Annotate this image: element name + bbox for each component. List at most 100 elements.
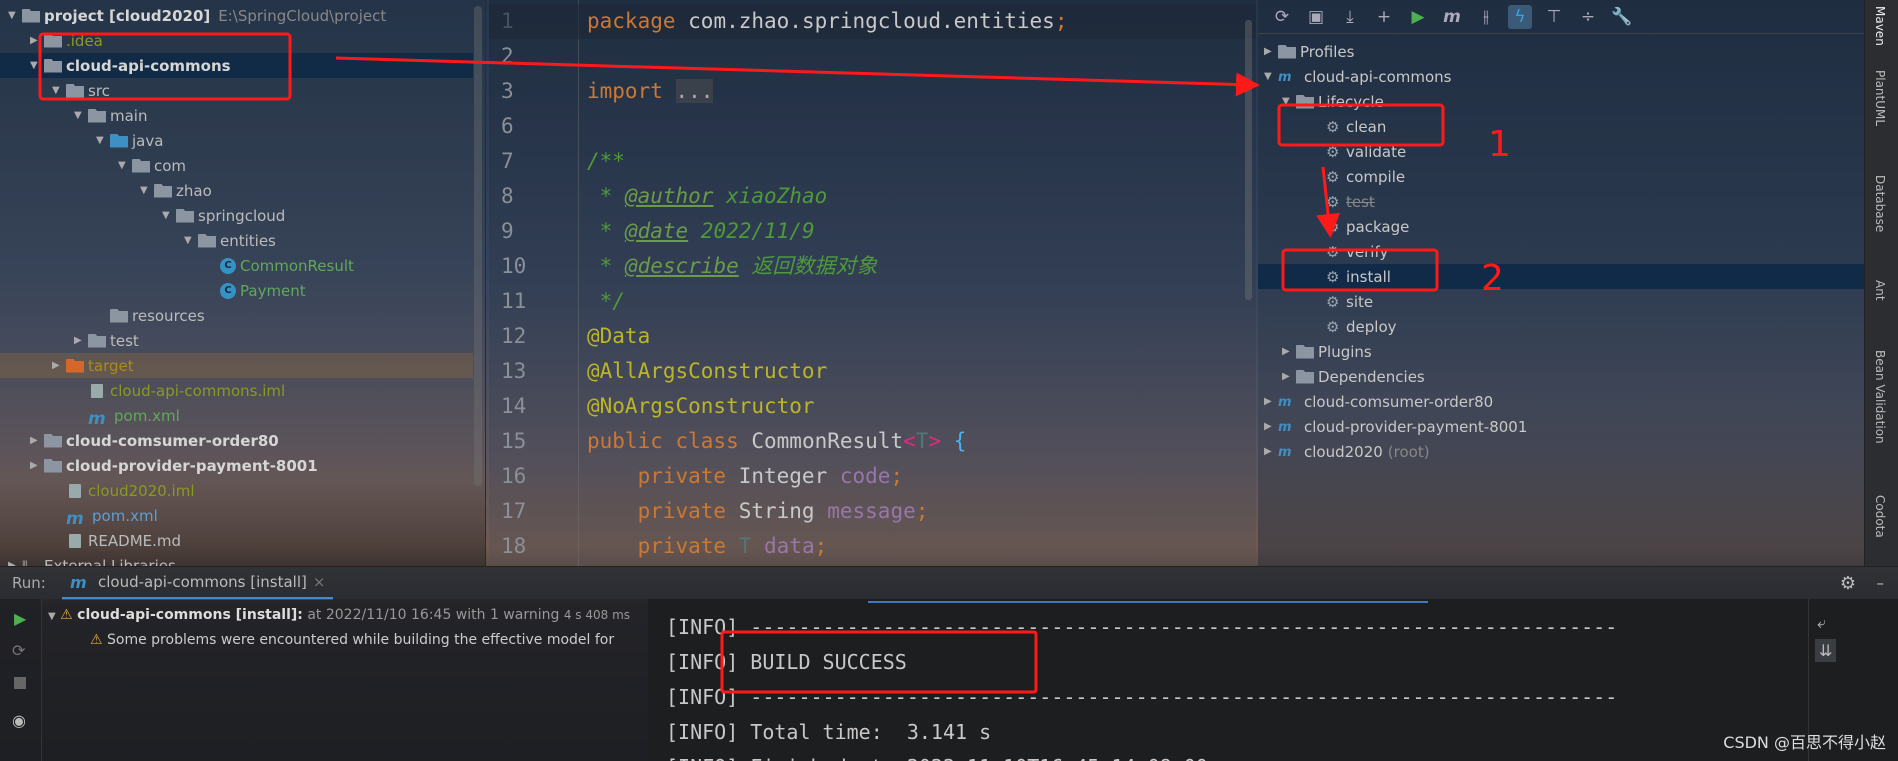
- chevron-right-icon[interactable]: ▶: [1264, 46, 1278, 57]
- tree-item[interactable]: cloud-api-commons.iml: [0, 378, 473, 403]
- chevron-right-icon[interactable]: ▶: [74, 335, 88, 346]
- settings-icon[interactable]: 🔧: [1610, 5, 1634, 29]
- maven-item[interactable]: ⚙ clean: [1258, 114, 1864, 139]
- show-dependencies-icon[interactable]: ⊤: [1542, 5, 1566, 29]
- chevron-down-icon[interactable]: ▼: [1264, 71, 1278, 82]
- tool-window-maven[interactable]: Maven: [1873, 6, 1887, 46]
- code-line[interactable]: private String message;: [587, 494, 929, 529]
- chevron-down-icon[interactable]: ▼: [8, 10, 22, 21]
- stop-icon[interactable]: [14, 677, 26, 689]
- settings-icon[interactable]: ⚙: [1840, 573, 1856, 594]
- run-tab[interactable]: m cloud-api-commons [install] ×: [62, 567, 334, 600]
- maven-item[interactable]: ⚙ package: [1258, 214, 1864, 239]
- chevron-right-icon[interactable]: ▶: [1264, 421, 1278, 432]
- chevron-right-icon[interactable]: ▶: [30, 435, 44, 446]
- tool-window-ant[interactable]: Ant: [1873, 280, 1887, 301]
- code-line[interactable]: import ...: [587, 74, 714, 109]
- code-line[interactable]: * @author xiaoZhao: [587, 179, 828, 214]
- code-editor[interactable]: 1236789101112131415161718 package com.zh…: [489, 0, 1256, 566]
- chevron-down-icon[interactable]: ▼: [118, 160, 132, 171]
- maven-item[interactable]: ⚙ deploy: [1258, 314, 1864, 339]
- code-line[interactable]: /**: [587, 144, 625, 179]
- maven-item[interactable]: ⚙ site: [1258, 289, 1864, 314]
- maven-item[interactable]: ⚙ install: [1258, 264, 1864, 289]
- tree-item[interactable]: cloud2020.iml: [0, 478, 473, 503]
- maven-item[interactable]: ⚙ test: [1258, 189, 1864, 214]
- scroll-to-end-icon[interactable]: ⇊: [1815, 639, 1837, 662]
- tree-item[interactable]: ▶ .idea: [0, 28, 473, 53]
- code-line[interactable]: private T data;: [587, 529, 828, 564]
- skip-tests-icon[interactable]: ⫲: [1474, 5, 1498, 29]
- tree-item[interactable]: ▼ java: [0, 128, 473, 153]
- maven-item[interactable]: ▶ Dependencies: [1258, 364, 1864, 389]
- tree-item[interactable]: ▶ cloud-provider-payment-8001: [0, 453, 473, 478]
- chevron-right-icon[interactable]: ▶: [1264, 446, 1278, 457]
- tree-item[interactable]: ▼ springcloud: [0, 203, 473, 228]
- chevron-right-icon[interactable]: ▶: [30, 35, 44, 46]
- chevron-right-icon[interactable]: ▶: [1264, 396, 1278, 407]
- minimize-icon[interactable]: –: [1877, 574, 1885, 592]
- generate-sources-icon[interactable]: ▣: [1304, 5, 1328, 29]
- code-line[interactable]: @Data: [587, 319, 650, 354]
- run-warning-item[interactable]: ⚠ Some problems were encountered while b…: [90, 632, 614, 648]
- tree-item[interactable]: ▼ src: [0, 78, 473, 103]
- tree-item[interactable]: m pom.xml: [0, 503, 473, 529]
- tree-item[interactable]: resources: [0, 303, 473, 328]
- tree-item[interactable]: README.md: [0, 528, 473, 553]
- tree-item[interactable]: ▼ zhao: [0, 178, 473, 203]
- tree-item[interactable]: ▶ target: [0, 353, 473, 378]
- chevron-down-icon[interactable]: ▼: [184, 235, 198, 246]
- chevron-right-icon[interactable]: ▶: [1282, 371, 1296, 382]
- code-line[interactable]: private Integer code;: [587, 459, 904, 494]
- maven-item[interactable]: ▶ m cloud-provider-payment-8001: [1258, 414, 1864, 439]
- maven-item[interactable]: ⚙ verify: [1258, 239, 1864, 264]
- code-line[interactable]: */: [587, 284, 625, 319]
- tree-item[interactable]: ▼ main: [0, 103, 473, 128]
- soft-wrap-icon[interactable]: ⤶: [1817, 613, 1826, 633]
- toggle-icon[interactable]: ⟳: [12, 641, 25, 660]
- run-icon[interactable]: ▶: [1406, 5, 1430, 29]
- add-icon[interactable]: +: [1372, 5, 1396, 29]
- chevron-down-icon[interactable]: ▼: [140, 185, 154, 196]
- execute-goal-icon[interactable]: m: [1440, 5, 1464, 29]
- offline-icon[interactable]: ϟ: [1508, 4, 1532, 29]
- tree-item[interactable]: ▶ test: [0, 328, 473, 353]
- maven-item[interactable]: ▶ Plugins: [1258, 339, 1864, 364]
- chevron-down-icon[interactable]: ▼: [1282, 96, 1296, 107]
- rerun-icon[interactable]: ▶: [14, 609, 26, 628]
- collapse-icon[interactable]: ÷: [1576, 5, 1600, 29]
- maven-item[interactable]: ▶ m cloud2020 (root): [1258, 439, 1864, 464]
- tree-item[interactable]: ▼ project [cloud2020] E:\SpringCloud\proje…: [0, 3, 473, 28]
- tree-item[interactable]: ▼ cloud-api-commons: [0, 53, 473, 78]
- chevron-right-icon[interactable]: ▶: [30, 460, 44, 471]
- code-line[interactable]: * @date 2022/11/9: [587, 214, 815, 249]
- tree-item[interactable]: ▶ cloud-comsumer-order80: [0, 428, 473, 453]
- maven-item[interactable]: ▶ Profiles: [1258, 39, 1864, 64]
- maven-item[interactable]: ⚙ compile: [1258, 164, 1864, 189]
- chevron-down-icon[interactable]: ▼: [52, 85, 66, 96]
- reload-icon[interactable]: ⟳: [1270, 5, 1294, 29]
- eye-icon[interactable]: ◉: [12, 711, 26, 730]
- tool-window-database[interactable]: Database: [1873, 175, 1887, 232]
- tree-item[interactable]: ▼ com: [0, 153, 473, 178]
- chevron-down-icon[interactable]: ▼: [74, 110, 88, 121]
- maven-item[interactable]: ⚙ validate: [1258, 139, 1864, 164]
- tool-window-plantuml[interactable]: PlantUML: [1873, 70, 1887, 126]
- maven-item[interactable]: ▼ Lifecycle: [1258, 89, 1864, 114]
- tree-item[interactable]: ▶ ⫼ External Libraries: [0, 553, 473, 567]
- tree-item[interactable]: m pom.xml: [0, 403, 473, 429]
- tool-window-bean-validation[interactable]: Bean Validation: [1873, 350, 1887, 444]
- chevron-right-icon[interactable]: ▶: [1282, 346, 1296, 357]
- run-tree-root[interactable]: ▼ ⚠ cloud-api-commons [install]: at 2022…: [48, 607, 630, 623]
- chevron-down-icon[interactable]: ▼: [96, 135, 110, 146]
- close-icon[interactable]: ×: [313, 573, 326, 591]
- code-line[interactable]: @NoArgsConstructor: [587, 389, 815, 424]
- code-line[interactable]: public class CommonResult<T> {: [587, 424, 966, 459]
- download-icon[interactable]: ⤓: [1338, 5, 1362, 29]
- maven-item[interactable]: ▼ m cloud-api-commons: [1258, 64, 1864, 89]
- tree-item[interactable]: ▼ entities: [0, 228, 473, 253]
- editor-scrollbar[interactable]: [1245, 20, 1252, 300]
- tree-item[interactable]: C CommonResult: [0, 253, 473, 278]
- chevron-down-icon[interactable]: ▼: [30, 60, 44, 71]
- code-line[interactable]: package com.zhao.springcloud.entities;: [587, 4, 1067, 39]
